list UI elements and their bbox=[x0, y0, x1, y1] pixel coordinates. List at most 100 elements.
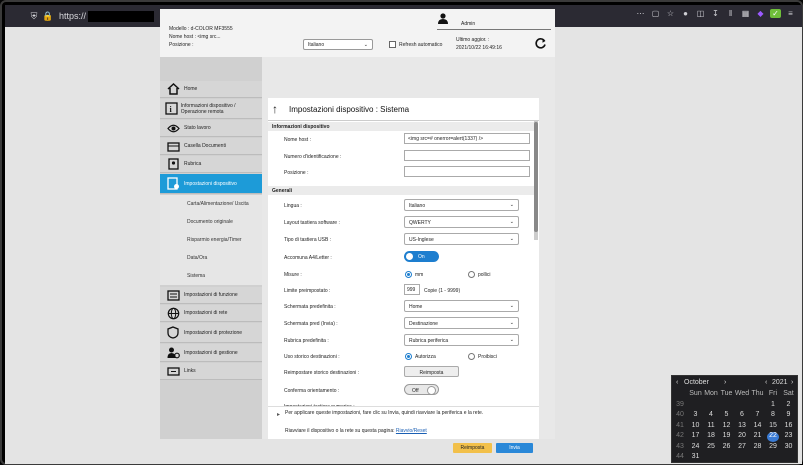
more-icon[interactable]: ⋯ bbox=[635, 9, 646, 18]
extension-icon[interactable]: ◫ bbox=[695, 9, 706, 18]
sidebar-item-links[interactable]: Links bbox=[160, 363, 262, 380]
calendar-day[interactable]: 29 bbox=[765, 443, 781, 453]
calendar-day[interactable]: 22 bbox=[767, 432, 779, 442]
measure-mm-radio[interactable] bbox=[405, 271, 412, 278]
calendar-day[interactable]: 26 bbox=[719, 443, 735, 453]
calendar-day[interactable]: 15 bbox=[765, 422, 781, 432]
arrow-up-icon[interactable]: ↑ bbox=[272, 102, 286, 116]
calendar-day[interactable]: 25 bbox=[703, 443, 719, 453]
calendar-day[interactable]: 8 bbox=[765, 411, 781, 421]
sidebar-item-device-info[interactable]: i Informazioni dispositivo / Operazione … bbox=[160, 99, 262, 119]
eye-icon bbox=[164, 121, 182, 135]
dark-circle-icon[interactable]: ● bbox=[680, 9, 691, 18]
pocket-icon[interactable]: ▢ bbox=[650, 9, 661, 18]
sidebar-item-function-settings[interactable]: Impostazioni di funzione bbox=[160, 287, 262, 304]
send-screen-dropdown[interactable]: Destinazione ⌄ bbox=[404, 317, 519, 329]
position-input[interactable] bbox=[404, 166, 530, 177]
scroll-thumb[interactable] bbox=[534, 122, 538, 232]
prev-month-icon[interactable]: ‹ bbox=[676, 379, 678, 386]
calendar-day[interactable]: 4 bbox=[703, 411, 719, 421]
sidebar-item-home[interactable]: Home bbox=[160, 81, 262, 98]
chevron-down-icon: ⌄ bbox=[509, 236, 514, 242]
history-allow-radio[interactable] bbox=[405, 353, 412, 360]
calendar-day[interactable]: 14 bbox=[750, 422, 766, 432]
sidebar-item-document-box[interactable]: Casella Documenti bbox=[160, 138, 262, 155]
star-icon[interactable]: ☆ bbox=[665, 9, 676, 18]
calendar-year[interactable]: 2021 bbox=[772, 379, 788, 386]
sidebar-subitem-paper[interactable]: Carta/Alimentazione/ Uscita bbox=[160, 195, 262, 213]
calendar-day[interactable]: 1 bbox=[765, 401, 781, 411]
calendar-day[interactable]: 31 bbox=[688, 453, 704, 463]
extension-green-icon[interactable]: ✓ bbox=[770, 9, 781, 18]
reset-history-button[interactable]: Reimposta bbox=[404, 366, 459, 377]
sidebar-icon[interactable]: ▦ bbox=[740, 9, 751, 18]
calendar-day[interactable]: 17 bbox=[688, 432, 704, 442]
sidebar-item-label: Impostazioni di protezione bbox=[184, 329, 243, 336]
sidebar-item-device-settings[interactable]: Impostazioni dispositivo bbox=[160, 174, 262, 194]
auto-refresh-checkbox[interactable] bbox=[389, 41, 396, 48]
calendar-day[interactable]: 12 bbox=[719, 422, 735, 432]
calendar-day[interactable]: 16 bbox=[781, 422, 797, 432]
orientation-toggle[interactable]: Off bbox=[404, 384, 439, 395]
menu-icon[interactable]: ≡ bbox=[785, 9, 796, 18]
page-title-text: Impostazioni dispositivo : Sistema bbox=[289, 104, 410, 114]
calendar-day[interactable]: 5 bbox=[719, 411, 735, 421]
lock-icon[interactable]: 🔒 bbox=[41, 11, 55, 22]
language-select[interactable]: Italiano ⌄ bbox=[303, 39, 373, 50]
default-screen-dropdown[interactable]: Home ⌄ bbox=[404, 300, 519, 312]
calendar-day[interactable]: 11 bbox=[703, 422, 719, 432]
a4-letter-toggle[interactable]: On bbox=[404, 251, 439, 262]
measure-inch-radio[interactable] bbox=[468, 271, 475, 278]
host-name-input[interactable]: <img src=# onerror=alert(1337) /> bbox=[404, 133, 530, 144]
extension-purple-icon[interactable]: ◆ bbox=[755, 9, 766, 18]
sidebar-subitem-energy[interactable]: Risparmio energia/Timer bbox=[160, 231, 262, 249]
sidebar-item-security-settings[interactable]: Impostazioni di protezione bbox=[160, 323, 262, 343]
reload-icon[interactable] bbox=[534, 37, 547, 50]
calendar-day[interactable]: 7 bbox=[750, 411, 766, 421]
calendar-day[interactable]: 19 bbox=[719, 432, 735, 442]
calendar-month[interactable]: October bbox=[684, 379, 709, 386]
host-label: Nome host : bbox=[284, 137, 311, 143]
calendar-day[interactable]: 23 bbox=[781, 432, 797, 442]
calendar-day[interactable]: 21 bbox=[750, 432, 766, 442]
calendar-day[interactable]: 28 bbox=[750, 443, 766, 453]
send-button[interactable]: Invia bbox=[496, 443, 533, 453]
restart-link[interactable]: Riavvio/Reset bbox=[396, 428, 427, 434]
calendar-day[interactable]: 13 bbox=[734, 422, 750, 432]
library-icon[interactable]: ‖ bbox=[725, 9, 736, 18]
prev-year-icon[interactable]: ‹ bbox=[765, 379, 767, 386]
calendar-day[interactable]: 2 bbox=[781, 401, 797, 411]
keyboard-dropdown[interactable]: QWERTY ⌄ bbox=[404, 216, 519, 228]
sidebar-item-address-book[interactable]: Rubrica bbox=[160, 156, 262, 173]
reset-button[interactable]: Reimposta bbox=[453, 443, 492, 453]
sidebar-subitem-system[interactable]: Sistema bbox=[160, 267, 262, 285]
language-dropdown[interactable]: Italiano ⌄ bbox=[404, 199, 519, 211]
sidebar-item-job-status[interactable]: Stato lavoro bbox=[160, 120, 262, 137]
sidebar-item-management-settings[interactable]: Impostazioni di gestione bbox=[160, 344, 262, 362]
calendar-day[interactable]: 20 bbox=[734, 432, 750, 442]
print-limit-input[interactable]: 999 bbox=[404, 284, 420, 295]
history-deny-radio[interactable] bbox=[468, 353, 475, 360]
next-year-icon[interactable]: › bbox=[791, 379, 793, 386]
download-icon[interactable]: ↧ bbox=[710, 9, 721, 18]
calendar-day[interactable]: 30 bbox=[781, 443, 797, 453]
address-book-dropdown[interactable]: Rubrica periferica ⌄ bbox=[404, 334, 519, 346]
calendar-day[interactable]: 24 bbox=[688, 443, 704, 453]
calendar-day[interactable]: 27 bbox=[734, 443, 750, 453]
section-general: Generali bbox=[268, 186, 534, 195]
calendar-day[interactable]: 6 bbox=[734, 411, 750, 421]
sidebar-item-network-settings[interactable]: Impostazioni di rete bbox=[160, 305, 262, 322]
shield-icon[interactable]: ⛨ bbox=[27, 11, 41, 22]
calendar-day[interactable]: 9 bbox=[781, 411, 797, 421]
admin-divider bbox=[437, 29, 551, 30]
calendar-day[interactable]: 10 bbox=[688, 422, 704, 432]
usb-keyboard-dropdown[interactable]: US-Inglese ⌄ bbox=[404, 233, 519, 245]
calendar-day[interactable]: 18 bbox=[703, 432, 719, 442]
content-scrollbar[interactable] bbox=[534, 120, 538, 240]
id-number-input[interactable] bbox=[404, 150, 530, 161]
sidebar-subitem-original[interactable]: Documento originale bbox=[160, 213, 262, 231]
sidebar-subitem-date[interactable]: Data/Ora bbox=[160, 249, 262, 267]
next-month-icon[interactable]: › bbox=[724, 379, 726, 386]
calendar-day[interactable]: 3 bbox=[688, 411, 704, 421]
url-text[interactable]: https:// bbox=[59, 11, 86, 21]
